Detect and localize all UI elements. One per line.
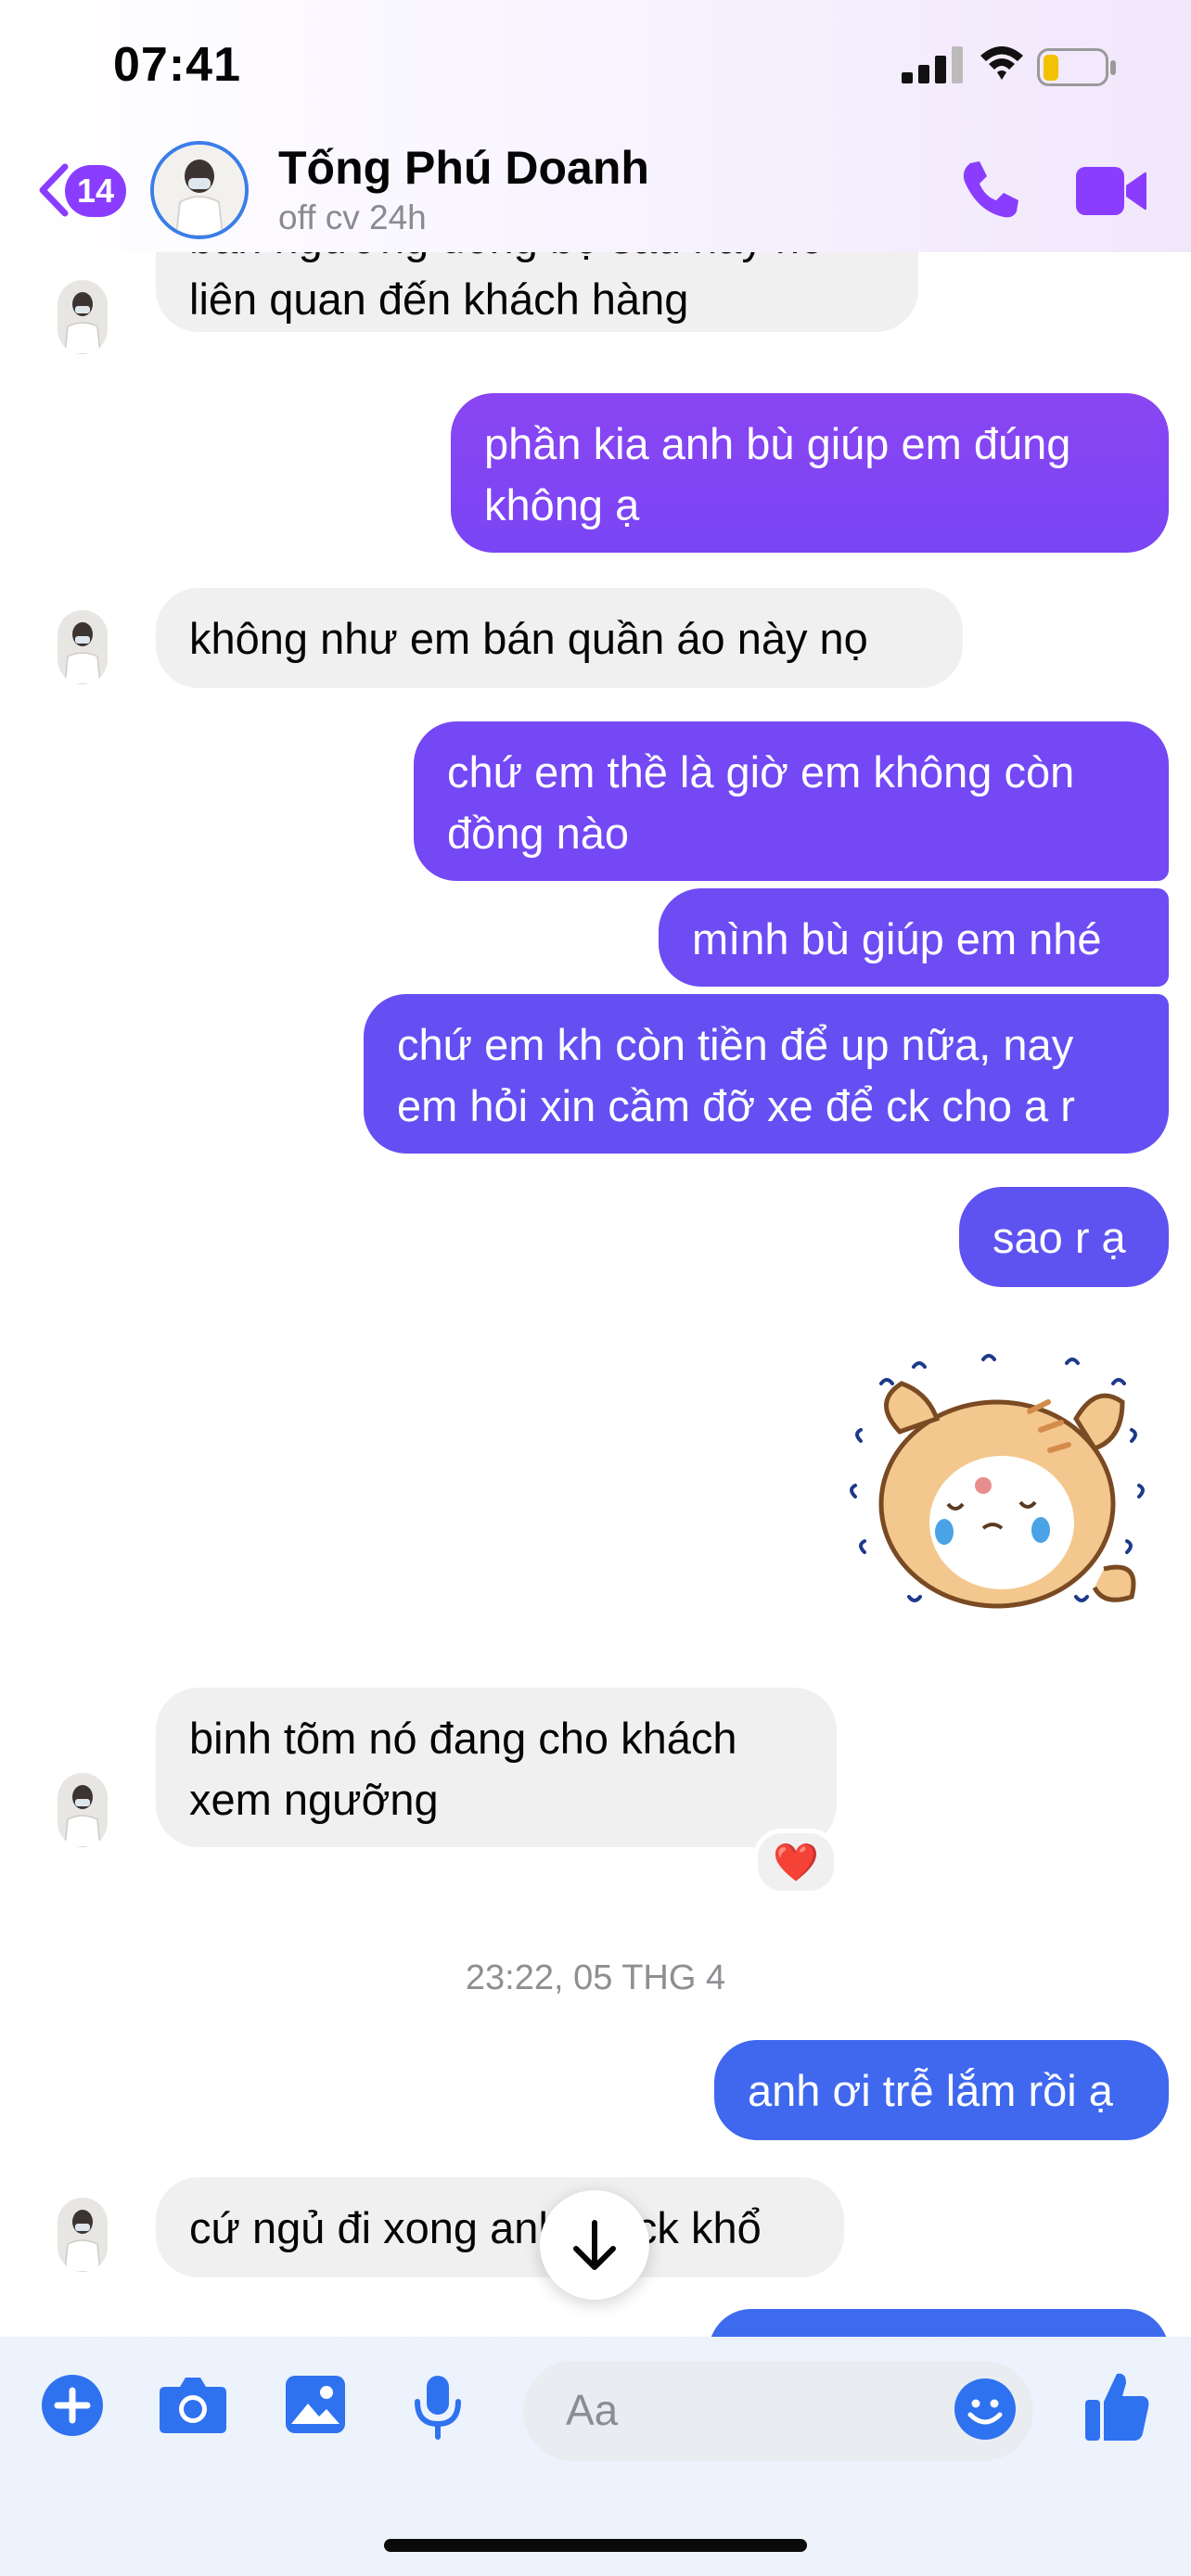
emoji-icon[interactable] — [954, 2378, 1017, 2441]
crying-cat-sticker[interactable] — [844, 1346, 1159, 1625]
battery-icon — [1037, 48, 1116, 86]
signal-icon — [902, 46, 963, 83]
chat-timestamp: 23:22, 05 THG 4 — [465, 1958, 726, 1997]
arrow-down-icon — [573, 2220, 616, 2270]
message-bubble-incoming[interactable]: không như em bán quần áo này nọ — [156, 588, 963, 688]
message-bubble-outgoing[interactable]: anh ơi trễ lắm rồi ạ — [714, 2040, 1169, 2140]
message-text: mình bù giúp em nhé — [692, 914, 1102, 963]
message-text: không ạ — [484, 480, 640, 529]
plus-icon[interactable] — [41, 2374, 104, 2437]
message-bubble-incoming[interactable]: bán ngưỡng đồng bộ sau này nó liên quan … — [156, 252, 918, 332]
wifi-icon — [980, 46, 1023, 80]
status-bar: 07:41 — [0, 0, 1191, 139]
message-text: bán ngưỡng đồng bộ sau này nó — [189, 252, 885, 269]
contact-name[interactable]: Tống Phú Doanh — [278, 141, 649, 195]
message-text: anh ơi trễ lắm rồi ạ — [748, 2066, 1113, 2115]
scroll-to-bottom-button[interactable] — [540, 2190, 649, 2300]
message-bubble-outgoing[interactable]: sao r ạ — [959, 1187, 1169, 1287]
message-list[interactable]: bán ngưỡng đồng bộ sau này nó liên quan … — [0, 252, 1191, 2337]
message-text: phần kia anh bù giúp em đúng — [484, 419, 1071, 468]
message-text: chứ em kh còn tiền để up nữa, nay — [397, 1020, 1074, 1069]
status-time: 07:41 — [113, 38, 241, 92]
video-call-icon[interactable] — [1074, 163, 1148, 219]
person-photo-icon — [64, 292, 101, 354]
message-bubble-outgoing[interactable]: mình bù giúp em nhé — [659, 888, 1169, 987]
message-bubble-outgoing-partial[interactable] — [709, 2309, 1169, 2337]
message-text: binh tõm nó đang cho khách — [189, 1714, 737, 1763]
message-text: đồng nào — [447, 809, 630, 858]
heart-reaction[interactable]: ❤️ — [753, 1829, 839, 1895]
message-bubble-incoming[interactable]: binh tõm nó đang cho khách xem ngưỡng — [156, 1688, 837, 1847]
message-text: liên quan đến khách hàng — [189, 274, 689, 324]
microphone-icon[interactable] — [412, 2374, 464, 2441]
message-bubble-outgoing[interactable]: chứ em kh còn tiền để up nữa, nay em hỏi… — [364, 994, 1169, 1154]
person-photo-icon — [154, 145, 245, 236]
message-text: cứ ngủ đi xong anh bù ck khổ — [189, 2203, 762, 2252]
home-indicator — [384, 2539, 807, 2552]
message-text: sao r ạ — [992, 1213, 1126, 1262]
message-bubble-outgoing[interactable]: phần kia anh bù giúp em đúng không ạ — [451, 393, 1169, 553]
chevron-left-icon — [39, 163, 69, 217]
message-input-placeholder: Aa — [566, 2386, 619, 2434]
phone-call-icon[interactable] — [957, 158, 1022, 223]
person-photo-icon — [64, 1785, 101, 1847]
camera-icon[interactable] — [158, 2374, 228, 2435]
thumbs-up-icon[interactable] — [1083, 2368, 1150, 2442]
person-photo-icon — [64, 2210, 101, 2272]
person-photo-icon — [64, 622, 101, 684]
sender-avatar[interactable] — [58, 610, 108, 684]
message-text: em hỏi xin cầm đỡ xe để ck cho a r — [397, 1081, 1075, 1130]
contact-avatar[interactable] — [150, 141, 249, 239]
sender-avatar[interactable] — [58, 2198, 108, 2272]
message-text: không như em bán quần áo này nọ — [189, 614, 868, 663]
message-bubble-outgoing[interactable]: chứ em thề là giờ em không còn đồng nào — [414, 721, 1169, 881]
sender-avatar[interactable] — [58, 280, 108, 354]
contact-status: off cv 24h — [278, 198, 427, 236]
unread-count-badge: 14 — [65, 165, 126, 217]
message-text: xem ngưỡng — [189, 1775, 439, 1824]
message-bubble-incoming[interactable]: cứ ngủ đi xong anh bù ck khổ — [156, 2177, 844, 2277]
sender-avatar[interactable] — [58, 1773, 108, 1847]
message-text: chứ em thề là giờ em không còn — [447, 747, 1075, 797]
image-icon[interactable] — [284, 2374, 347, 2435]
